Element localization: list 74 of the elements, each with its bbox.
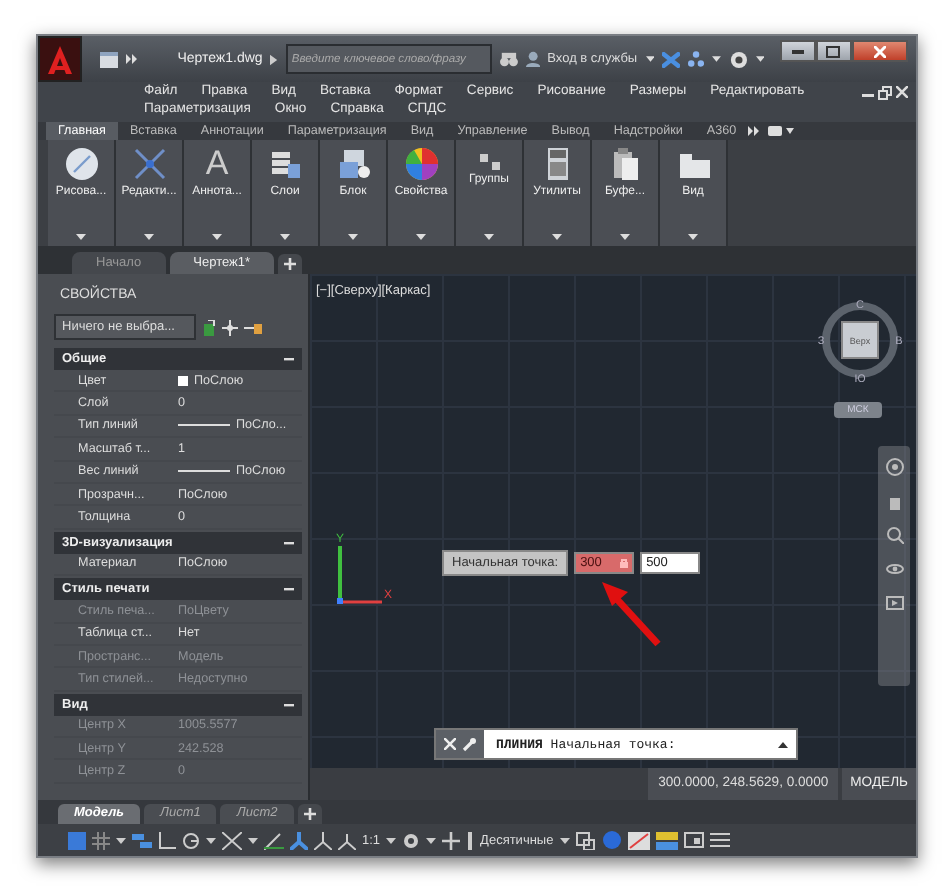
wrench-icon[interactable] [462, 737, 476, 751]
restore-icon[interactable] [878, 86, 892, 100]
pickadd-icon[interactable] [244, 319, 262, 335]
exchange-icon[interactable] [662, 51, 681, 67]
panel-toggle-icon[interactable] [768, 126, 795, 136]
caret-icon[interactable] [416, 234, 426, 240]
linetype-sample [178, 424, 230, 427]
color-wheel-icon [403, 146, 439, 182]
color-swatch [178, 375, 188, 386]
quick-select-icon[interactable] [202, 319, 216, 335]
binoculars-icon[interactable] [499, 51, 517, 67]
plus-icon [303, 808, 316, 820]
caret-icon[interactable] [280, 234, 290, 240]
lock-icon [620, 558, 629, 568]
help-icon[interactable] [729, 49, 748, 69]
caret-icon[interactable] [76, 234, 86, 240]
plus-icon[interactable] [442, 831, 461, 849]
app-logo-icon [43, 43, 76, 75]
caret-icon[interactable] [688, 234, 698, 240]
new-tab-button[interactable] [278, 254, 303, 274]
minimize-icon [791, 48, 804, 54]
compass-ring[interactable] [822, 302, 898, 378]
navigation-bar[interactable] [878, 446, 910, 686]
expand-icon[interactable] [270, 53, 278, 65]
more-icon[interactable] [125, 54, 138, 64]
network-icon[interactable] [688, 50, 705, 68]
close-icon [873, 45, 886, 57]
select-objects-icon[interactable] [222, 319, 238, 335]
pan-icon[interactable] [885, 492, 903, 510]
more-icon[interactable] [748, 126, 761, 136]
snap-icon[interactable] [92, 831, 110, 849]
steering-wheel-icon[interactable] [885, 458, 903, 476]
text-icon: A [205, 146, 229, 182]
maximize-button[interactable] [815, 40, 852, 62]
caret-icon[interactable] [484, 234, 494, 240]
minimize-button[interactable] [779, 40, 816, 62]
grid-icon[interactable] [68, 831, 86, 849]
caret-icon[interactable] [386, 837, 397, 843]
block-icon [335, 146, 371, 182]
caret-icon[interactable] [206, 837, 216, 843]
caret-icon[interactable] [620, 234, 630, 240]
caret-icon[interactable] [559, 837, 570, 843]
arrow [598, 578, 666, 650]
layers-icon [267, 146, 303, 182]
menu-icon[interactable] [709, 832, 730, 848]
recent-commands-icon[interactable] [778, 741, 788, 747]
caret-icon[interactable] [552, 234, 562, 240]
app-menu-button[interactable] [38, 36, 82, 82]
caret-icon[interactable] [755, 56, 764, 62]
groups-icon [479, 154, 499, 170]
caret-icon[interactable] [348, 234, 358, 240]
close-button[interactable] [851, 40, 908, 62]
draw-icon [63, 146, 99, 182]
showmotion-icon[interactable] [885, 594, 903, 612]
new-file-icon[interactable] [97, 49, 120, 69]
zoom-icon[interactable] [885, 526, 903, 544]
plus-icon [284, 258, 297, 270]
linetype-sample [178, 470, 230, 473]
orbit-icon[interactable] [885, 560, 903, 578]
user-icon [525, 50, 540, 68]
maximize-icon [826, 45, 841, 57]
caret-icon[interactable] [645, 56, 655, 62]
caret-icon[interactable] [426, 837, 437, 843]
caret-icon[interactable] [248, 837, 258, 843]
caret-icon[interactable] [712, 56, 722, 62]
caret-icon[interactable] [144, 234, 154, 240]
caret-icon[interactable] [116, 837, 126, 843]
close-icon[interactable] [896, 86, 908, 98]
modify-icon [131, 146, 167, 182]
ortho-icon[interactable] [158, 831, 176, 849]
close-icon[interactable] [444, 738, 456, 750]
ucs-icon [337, 546, 382, 604]
new-layout-button[interactable] [297, 804, 322, 824]
caret-icon[interactable] [212, 234, 222, 240]
